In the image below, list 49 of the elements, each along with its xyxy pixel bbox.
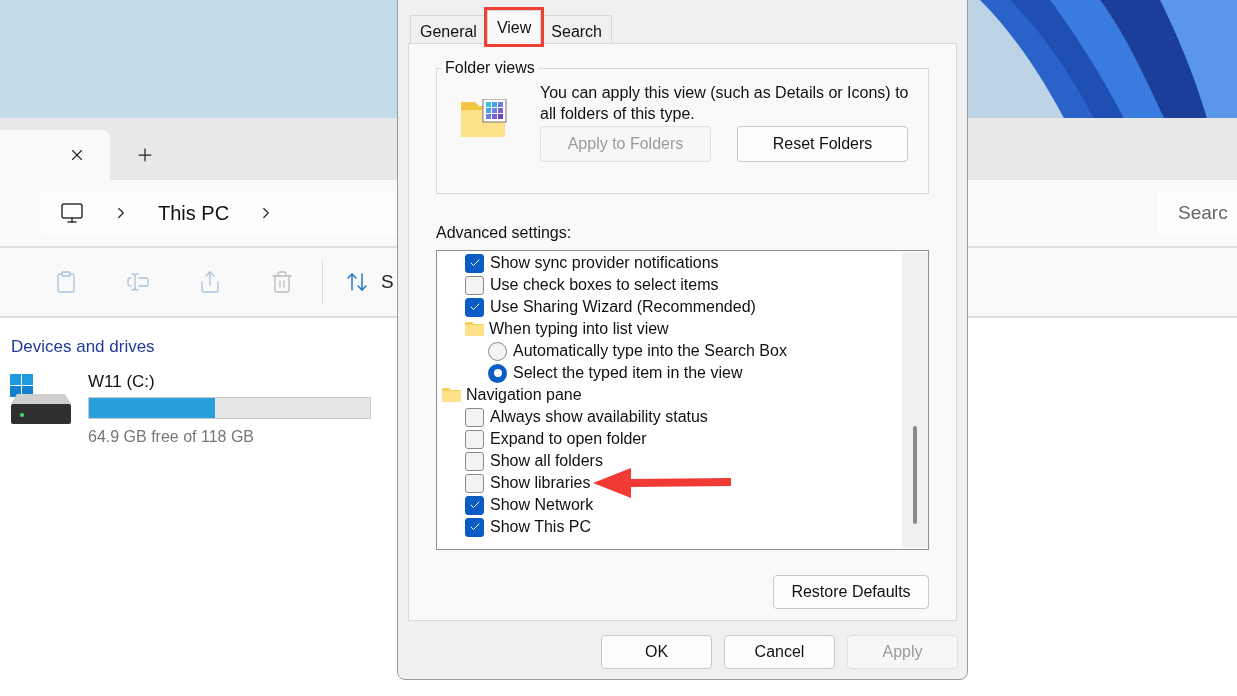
sort-icon (345, 270, 369, 294)
setting-label[interactable]: Expand to open folder (490, 427, 647, 451)
drive-name[interactable]: W11 (C:) (88, 370, 155, 393)
setting-label[interactable]: Show Network (490, 493, 594, 517)
checkbox[interactable] (465, 517, 484, 537)
folders-icon (442, 388, 461, 402)
setting-label[interactable]: Show This PC (490, 515, 592, 539)
dialog-tab[interactable]: General (410, 15, 487, 43)
computer-icon (60, 201, 84, 225)
checkbox[interactable] (465, 429, 484, 449)
check-icon (468, 499, 481, 511)
section-heading: Devices and drives (11, 336, 155, 358)
checkbox[interactable] (465, 495, 484, 515)
check-icon (468, 257, 481, 269)
setting-label[interactable]: Always show availability status (490, 405, 708, 429)
check-icon (468, 301, 481, 313)
checkbox[interactable] (465, 473, 484, 493)
radio-button[interactable] (488, 341, 507, 361)
setting-label[interactable]: Automatically type into the Search Box (513, 339, 787, 363)
folder-view-button[interactable]: Reset Folders (737, 126, 908, 162)
setting-label[interactable]: Show sync provider notifications (490, 251, 719, 275)
breadcrumb-item[interactable]: This PC (158, 198, 230, 228)
dialog-button[interactable]: Cancel (724, 635, 835, 669)
setting-label[interactable]: Use check boxes to select items (490, 273, 719, 297)
setting-label[interactable]: Select the typed item in the view (513, 361, 743, 385)
check-icon (468, 521, 481, 533)
dialog-tab[interactable]: Search (541, 15, 612, 43)
restore-defaults-button[interactable]: Restore Defaults (773, 575, 929, 609)
section-label: Advanced settings: (436, 223, 572, 243)
sort-button[interactable]: S (345, 267, 394, 297)
checkbox[interactable] (465, 297, 484, 317)
radio-button[interactable] (488, 363, 507, 383)
checkbox[interactable] (465, 451, 484, 471)
checkbox[interactable] (465, 253, 484, 273)
checkbox[interactable] (465, 275, 484, 295)
setting-label[interactable]: Show all folders (490, 449, 603, 473)
dialog-tab[interactable]: View (486, 10, 542, 44)
group-label: Navigation pane (466, 385, 582, 405)
description-text: You can apply this view (such as Details or Icons) to all folders of this type. (540, 83, 910, 124)
setting-label[interactable]: Use Sharing Wizard (Recommended) (490, 295, 756, 319)
setting-label[interactable]: Show libraries (490, 471, 591, 495)
free-space-text: 64.9 GB free of 118 GB (88, 426, 255, 447)
dialog-button[interactable]: OK (601, 635, 712, 669)
checkbox[interactable] (465, 407, 484, 427)
search-field[interactable]: Searc (1157, 191, 1237, 235)
folder-icon (461, 99, 507, 137)
group-label: When typing into list view (489, 319, 669, 339)
folder-icon (465, 322, 484, 336)
scrollbar[interactable] (902, 252, 928, 548)
